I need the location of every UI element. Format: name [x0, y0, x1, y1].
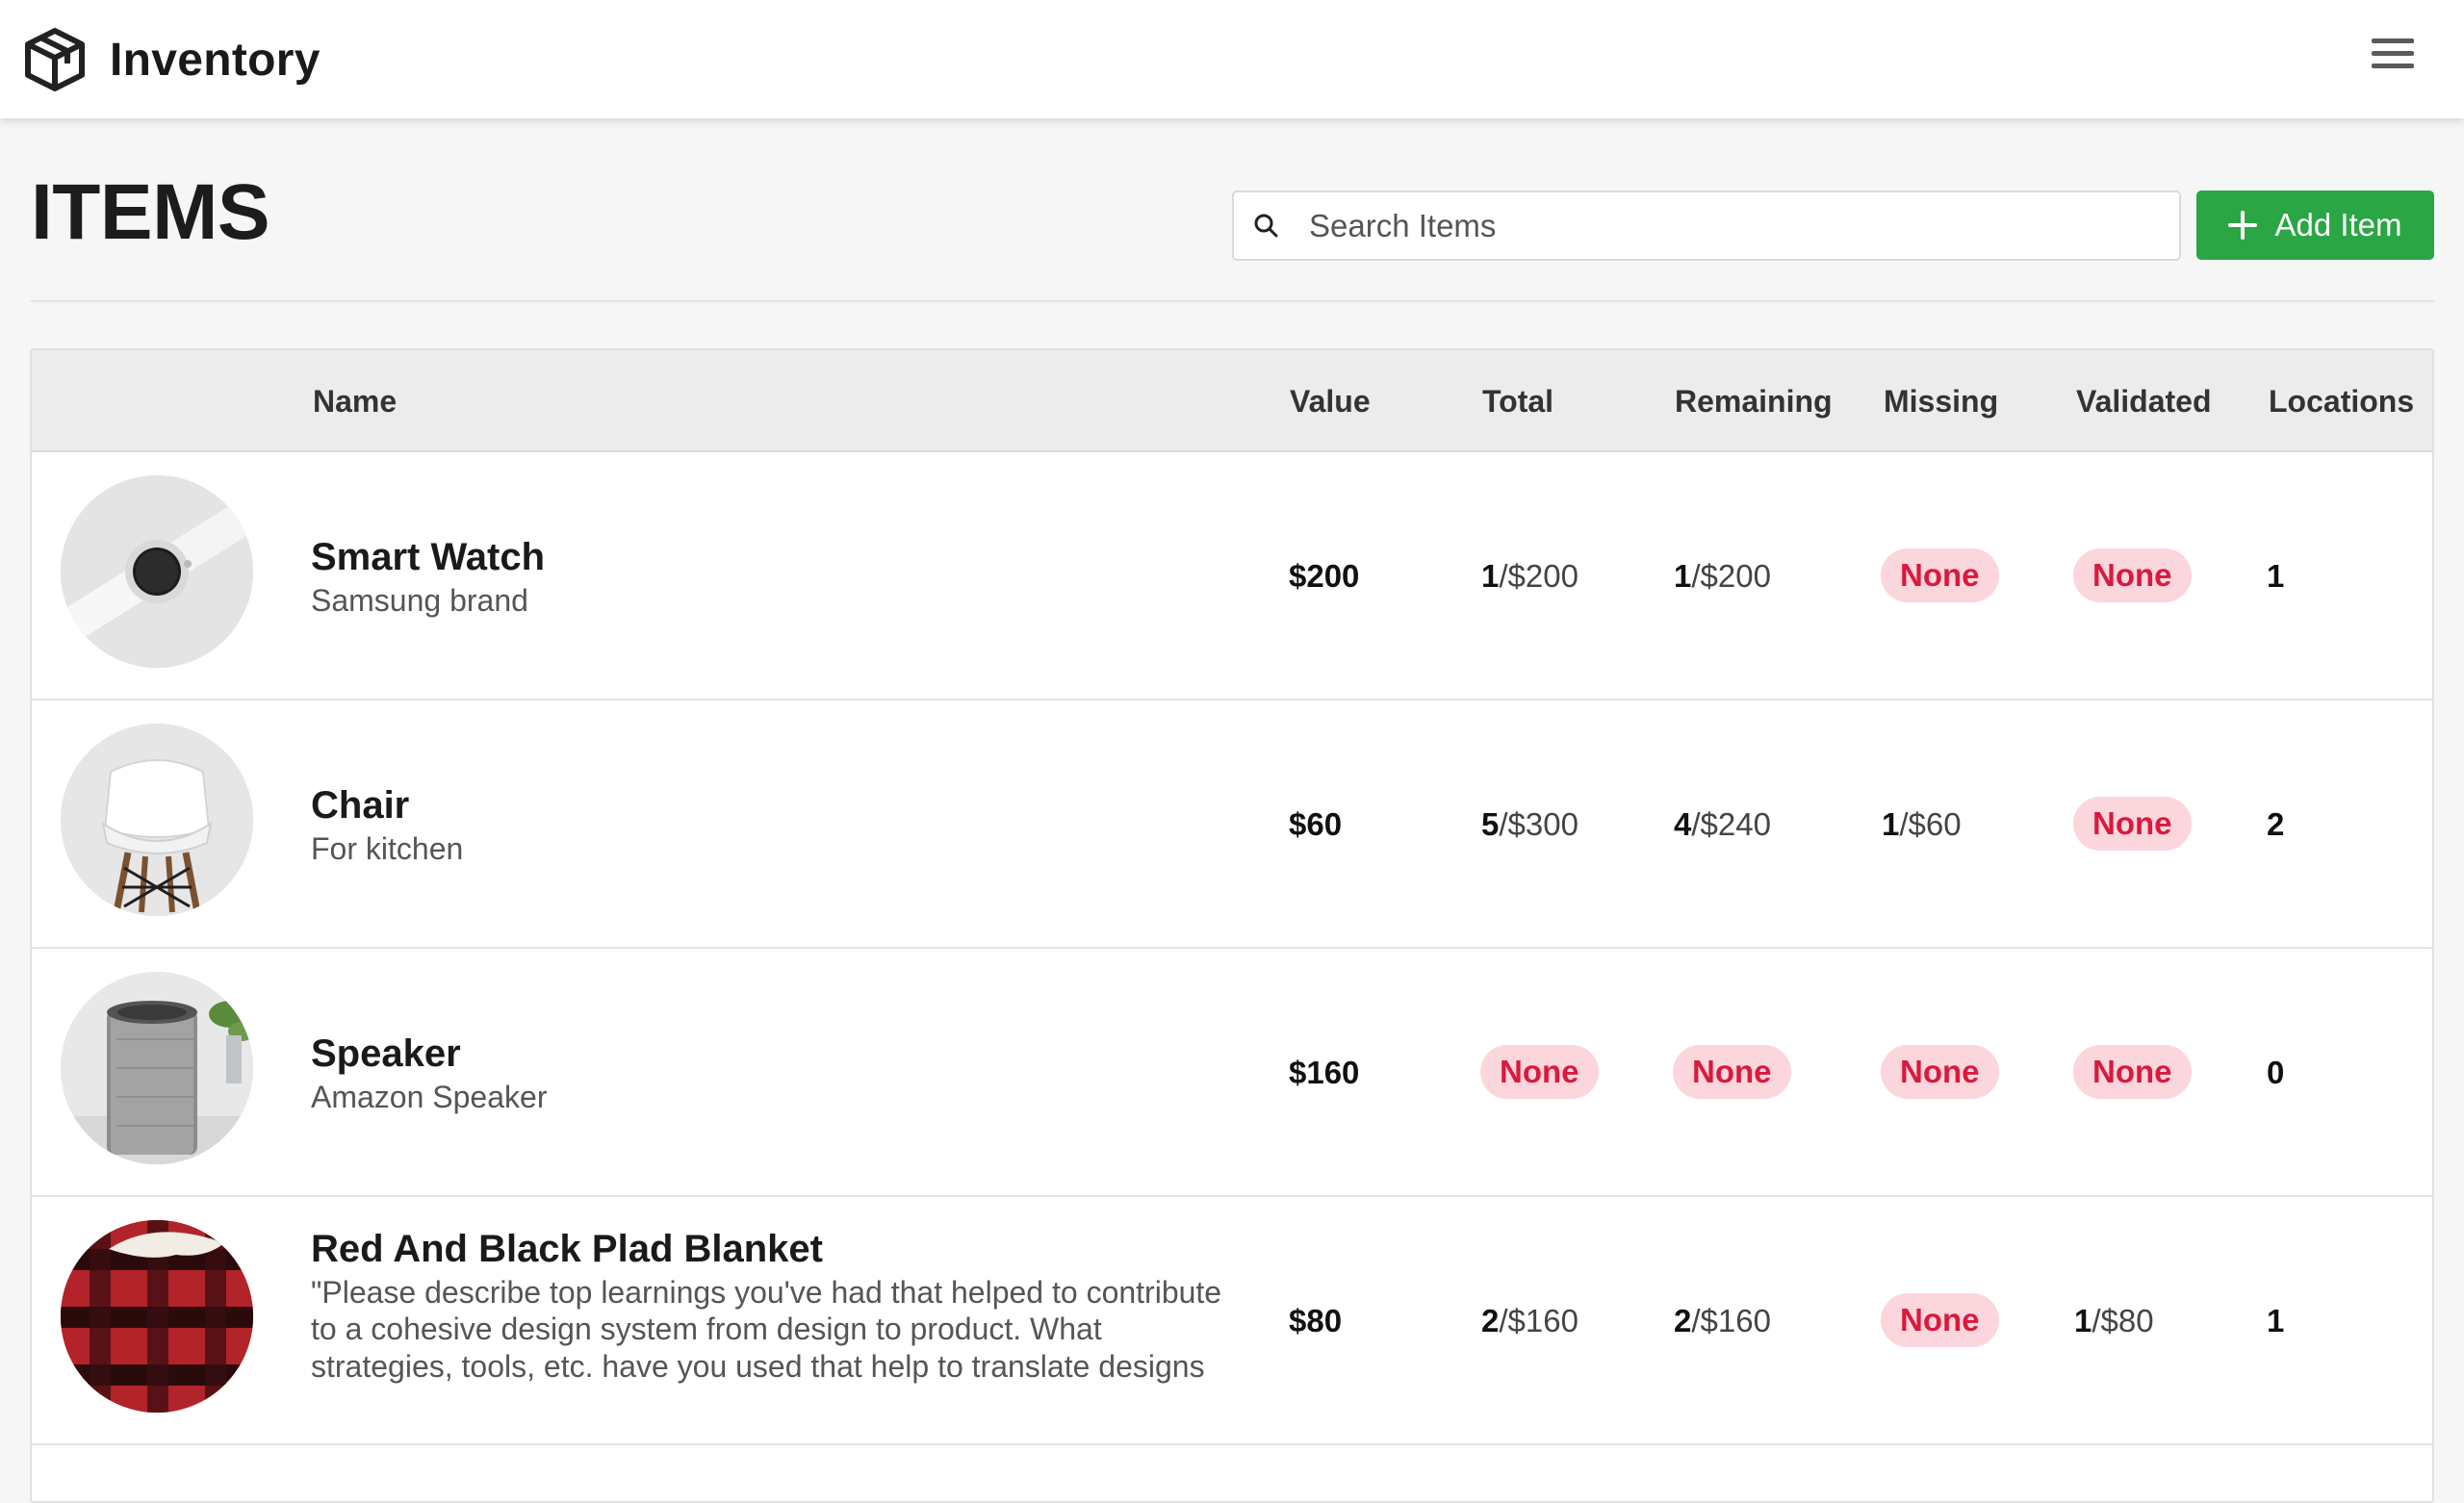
validated-status-badge: None: [2073, 797, 2192, 851]
box-icon: [25, 28, 85, 91]
app-name: Inventory: [110, 34, 321, 86]
item-value: $160: [1289, 1055, 1360, 1090]
column-header-remaining[interactable]: Remaining: [1675, 383, 1833, 420]
item-info: Smart Watch Samsung brand: [311, 534, 1235, 619]
total-amount: /$300: [1499, 806, 1578, 842]
table-row[interactable]: Smart Watch Samsung brand $200 1/$200 1/…: [32, 452, 2432, 701]
item-total: 2/$160: [1481, 1305, 1578, 1337]
total-amount: /$200: [1499, 558, 1578, 594]
item-remaining: 1/$200: [1674, 560, 1771, 592]
item-locations: 2: [2267, 806, 2285, 842]
brand[interactable]: Inventory: [21, 25, 321, 94]
items-table: Name Value Total Remaining Missing Valid…: [30, 348, 2434, 1503]
item-missing: 1/$60: [1882, 808, 1962, 840]
validated-status-badge: None: [2073, 1045, 2192, 1099]
total-amount: /$160: [1499, 1303, 1578, 1338]
item-locations: 1: [2267, 558, 2285, 594]
remaining-count: 4: [1674, 806, 1692, 842]
item-info: Speaker Amazon Speaker: [311, 1031, 1235, 1115]
validated-count: 1: [2074, 1303, 2092, 1338]
item-name[interactable]: Chair: [311, 782, 1235, 828]
item-name[interactable]: Smart Watch: [311, 534, 1235, 580]
chair-image: [61, 724, 253, 916]
search-input[interactable]: [1309, 207, 2156, 244]
table-header: Name Value Total Remaining Missing Valid…: [32, 350, 2432, 452]
validated-status-badge: None: [2073, 548, 2192, 602]
item-locations: 0: [2267, 1055, 2285, 1090]
add-item-label: Add Item: [2274, 207, 2402, 242]
missing-status-badge: None: [1881, 1293, 1999, 1347]
item-info: Chair For kitchen: [311, 782, 1235, 867]
total-count: 1: [1481, 558, 1500, 594]
item-description: For kitchen: [311, 831, 464, 866]
table-row[interactable]: Red And Black Plad Blanket "Please descr…: [32, 1197, 2432, 1445]
item-name[interactable]: Speaker: [311, 1031, 1235, 1077]
item-description: "Please describe top learnings you've ha…: [311, 1275, 1222, 1384]
remaining-count: 1: [1674, 558, 1692, 594]
total-status-badge: None: [1480, 1045, 1599, 1099]
search-bar[interactable]: [1232, 191, 2181, 261]
column-header-value[interactable]: Value: [1290, 383, 1371, 420]
missing-count: 1: [1882, 806, 1900, 842]
remaining-amount: /$200: [1691, 558, 1771, 594]
item-value: $60: [1289, 806, 1343, 842]
blanket-image: [61, 1220, 253, 1413]
item-value: $200: [1289, 558, 1360, 594]
header-divider: [31, 300, 2434, 302]
missing-amount: /$60: [1899, 806, 1962, 842]
speaker-image: [61, 972, 253, 1164]
plus-icon: [2228, 211, 2258, 240]
top-bar: Inventory: [0, 0, 2464, 118]
remaining-amount: /$160: [1691, 1303, 1771, 1338]
item-name[interactable]: Red And Black Plad Blanket: [311, 1226, 1235, 1272]
item-total: 5/$300: [1481, 808, 1578, 840]
column-header-validated[interactable]: Validated: [2076, 383, 2212, 420]
hamburger-menu-icon[interactable]: [2372, 37, 2414, 71]
page-title: ITEMS: [31, 168, 270, 256]
remaining-amount: /$240: [1691, 806, 1771, 842]
search-icon: [1254, 214, 1278, 237]
item-validated: 1/$80: [2074, 1305, 2154, 1337]
table-row[interactable]: Speaker Amazon Speaker $160 None None No…: [32, 949, 2432, 1197]
validated-amount: /$80: [2092, 1303, 2154, 1338]
table-row[interactable]: Chair For kitchen $60 5/$300 4/$240 1/$6…: [32, 701, 2432, 949]
column-header-name[interactable]: Name: [313, 383, 397, 420]
item-description: Samsung brand: [311, 583, 528, 618]
item-description: Amazon Speaker: [311, 1080, 548, 1114]
remaining-count: 2: [1674, 1303, 1692, 1338]
item-remaining: 4/$240: [1674, 808, 1771, 840]
add-item-button[interactable]: Add Item: [2196, 191, 2434, 260]
total-count: 2: [1481, 1303, 1500, 1338]
column-header-missing[interactable]: Missing: [1884, 383, 1998, 420]
item-info: Red And Black Plad Blanket "Please descr…: [311, 1226, 1235, 1385]
item-remaining: 2/$160: [1674, 1305, 1771, 1337]
total-count: 5: [1481, 806, 1500, 842]
item-value: $80: [1289, 1303, 1343, 1338]
remaining-status-badge: None: [1673, 1045, 1791, 1099]
missing-status-badge: None: [1881, 1045, 1999, 1099]
missing-status-badge: None: [1881, 548, 1999, 602]
item-locations: 1: [2267, 1303, 2285, 1338]
item-total: 1/$200: [1481, 560, 1578, 592]
column-header-total[interactable]: Total: [1482, 383, 1553, 420]
smart-watch-image: [61, 475, 253, 668]
column-header-locations[interactable]: Locations: [2269, 383, 2414, 420]
